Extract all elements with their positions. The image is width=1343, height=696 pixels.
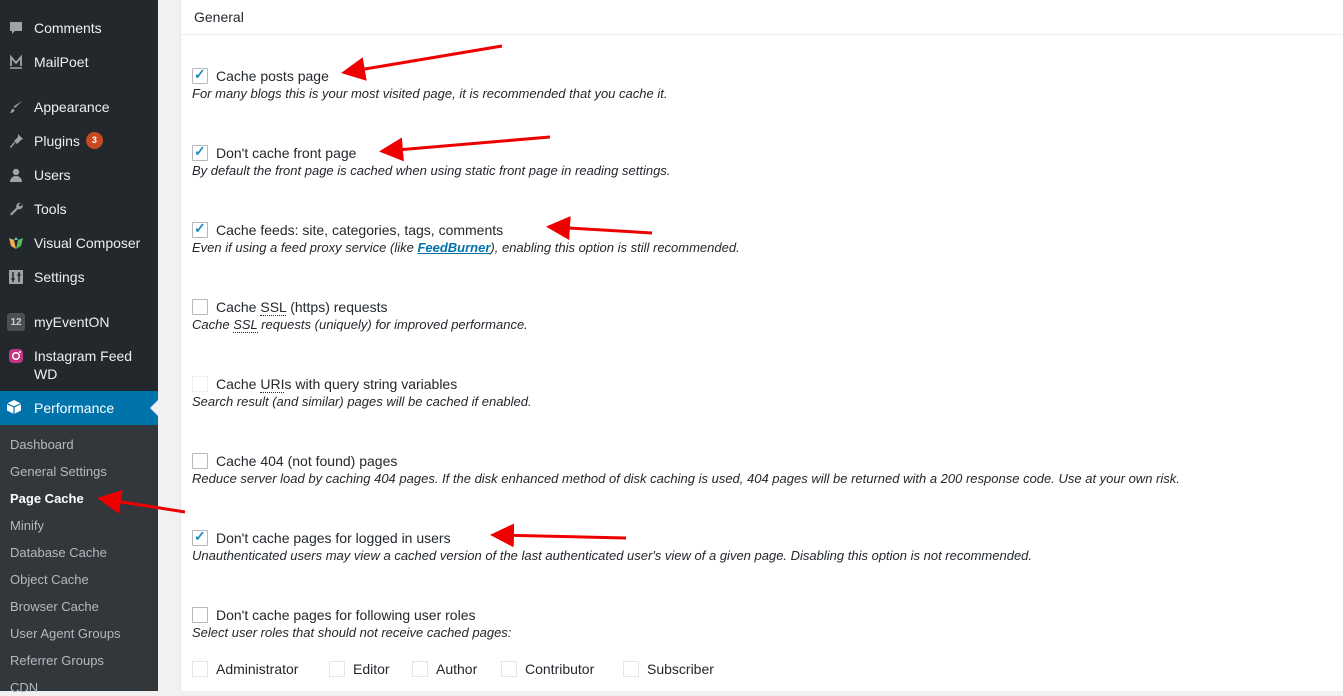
label-text: s with query string variables [284, 376, 458, 392]
option-label[interactable]: Don't cache front page [216, 144, 356, 162]
paintbrush-icon [7, 98, 25, 116]
section-title: General [194, 9, 244, 25]
cache-uris-checkbox[interactable] [192, 376, 208, 392]
admin-sidebar: Comments MailPoet Appearance Plugins 3 Us… [0, 0, 158, 695]
sidebar-item-label: Plugins [34, 133, 80, 149]
option-description: Select user roles that should not receiv… [192, 625, 512, 640]
role-label[interactable]: Editor [353, 660, 390, 678]
submenu-database-cache[interactable]: Database Cache [10, 545, 107, 561]
option-description: Unauthenticated users may view a cached … [192, 548, 1033, 563]
uri-abbr: URI [260, 376, 285, 393]
description-text: ), enabling this option is still recomme… [490, 240, 740, 255]
option-label[interactable]: Cache URIs with query string variables [216, 375, 457, 393]
role-label[interactable]: Subscriber [647, 660, 714, 678]
submenu-page-cache[interactable]: Page Cache [10, 491, 84, 507]
option-label[interactable]: Cache SSL (https) requests [216, 298, 387, 316]
settings-panel: General ✓ Cache posts page For many blog… [180, 0, 1343, 691]
role-author-checkbox[interactable] [412, 661, 428, 677]
cache-feeds-checkbox[interactable]: ✓ [192, 220, 208, 238]
mailpoet-icon [7, 53, 25, 71]
submenu-general-settings[interactable]: General Settings [10, 464, 107, 480]
option-description: Reduce server load by caching 404 pages.… [192, 471, 1180, 486]
option-description: Cache SSL requests (uniquely) for improv… [192, 317, 528, 333]
instagram-icon [7, 347, 25, 365]
cache-ssl-checkbox[interactable] [192, 299, 208, 315]
ssl-abbr: SSL [233, 317, 258, 333]
submenu-user-agent-groups[interactable]: User Agent Groups [10, 626, 121, 642]
checkmark-icon: ✓ [194, 143, 206, 159]
active-indicator [150, 400, 158, 416]
role-label[interactable]: Author [436, 660, 477, 678]
feedburner-link[interactable]: FeedBurner [417, 240, 490, 255]
label-text: (https) requests [286, 299, 388, 315]
submenu-browser-cache[interactable]: Browser Cache [10, 599, 99, 615]
submenu-dashboard[interactable]: Dashboard [10, 437, 74, 453]
option-description: Search result (and similar) pages will b… [192, 394, 532, 409]
description-text: Even if using a feed proxy service (like [192, 240, 418, 255]
option-description: For many blogs this is your most visited… [192, 86, 668, 101]
performance-icon [6, 399, 22, 415]
submenu-minify[interactable]: Minify [10, 518, 44, 534]
role-administrator-checkbox[interactable] [192, 661, 208, 677]
option-description: By default the front page is cached when… [192, 163, 671, 178]
sidebar-item-performance[interactable]: Performance [0, 391, 158, 425]
description-text: Cache [192, 317, 234, 332]
dont-cache-user-roles-checkbox[interactable] [192, 607, 208, 623]
ssl-abbr: SSL [260, 299, 287, 316]
plug-icon [7, 132, 25, 150]
section-divider [181, 34, 1343, 35]
checkmark-icon: ✓ [194, 528, 206, 544]
label-text: Cache [216, 376, 261, 392]
calendar-icon: 12 [7, 313, 25, 331]
cache-404-checkbox[interactable] [192, 453, 208, 469]
submenu-referrer-groups[interactable]: Referrer Groups [10, 653, 104, 669]
settings-icon [7, 268, 25, 286]
wrench-icon [7, 200, 25, 218]
description-text: requests (uniquely) for improved perform… [257, 317, 528, 332]
option-description: Even if using a feed proxy service (like… [192, 240, 740, 256]
submenu-object-cache[interactable]: Object Cache [10, 572, 89, 588]
checkmark-icon: ✓ [194, 220, 206, 236]
option-label[interactable]: Cache feeds: site, categories, tags, com… [216, 221, 503, 239]
user-icon [7, 166, 25, 184]
submenu-cdn[interactable]: CDN [10, 680, 38, 696]
dont-cache-logged-in-checkbox[interactable]: ✓ [192, 528, 208, 546]
update-count-badge: 3 [85, 132, 103, 149]
cache-posts-page-checkbox[interactable]: ✓ [192, 66, 208, 84]
role-contributor-checkbox[interactable] [501, 661, 517, 677]
checkmark-icon: ✓ [194, 66, 206, 82]
option-label[interactable]: Don't cache pages for following user rol… [216, 606, 475, 624]
label-text: Cache [216, 299, 261, 315]
comment-icon [7, 19, 25, 37]
option-label[interactable]: Cache 404 (not found) pages [216, 452, 397, 470]
role-label[interactable]: Contributor [525, 660, 594, 678]
option-label[interactable]: Cache posts page [216, 67, 329, 85]
visual-composer-icon [7, 234, 25, 252]
role-editor-checkbox[interactable] [329, 661, 345, 677]
role-subscriber-checkbox[interactable] [623, 661, 639, 677]
role-label[interactable]: Administrator [216, 660, 298, 678]
performance-submenu: Dashboard General Settings Page Cache Mi… [0, 425, 158, 695]
option-label[interactable]: Don't cache pages for logged in users [216, 529, 451, 547]
dont-cache-front-page-checkbox[interactable]: ✓ [192, 143, 208, 161]
